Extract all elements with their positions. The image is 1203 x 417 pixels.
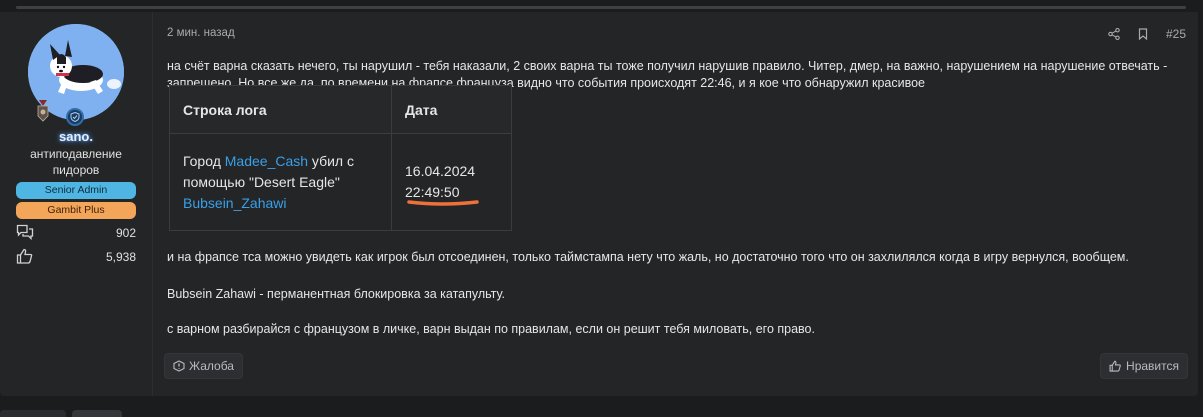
player-link-madee-cash[interactable]: Madee_Cash [225, 153, 308, 169]
medal-icon [37, 100, 49, 122]
post-content: 2 мин. назад #25 на счёт варна сказать н… [152, 12, 1198, 396]
like-button[interactable]: Нравится [1100, 353, 1188, 379]
bookmark-icon[interactable] [1138, 28, 1148, 40]
table-cell-log-line: Город Madee_Cash убил с помощью "Desert … [169, 133, 392, 231]
post-paragraph-2: и на фрапсе тса можно увидеть как игрок … [167, 250, 1129, 264]
log-text-start: Город [183, 152, 225, 169]
report-icon [173, 360, 185, 372]
likes-count: 5,938 [105, 250, 136, 264]
log-table: Строка лога Дата Город Madee_Cash убил с… [169, 85, 512, 231]
post-time[interactable]: 2 мин. назад [167, 27, 235, 39]
messages-icon [16, 224, 34, 240]
badge-gambit-plus: Gambit Plus [16, 202, 136, 219]
table-cell-date: 16.04.2024 22:49:50 [391, 133, 512, 231]
messages-count: 902 [115, 226, 136, 240]
share-icon[interactable] [1108, 28, 1120, 40]
post-actions: #25 [1108, 26, 1186, 42]
post-number[interactable]: #25 [1166, 27, 1186, 41]
post-paragraph-3: Bubsein Zahawi - перманентная блокировка… [167, 287, 506, 301]
post-author-sidebar: sano. антиподавление пидоров Senior Admi… [0, 12, 152, 396]
shield-check-icon [66, 108, 84, 126]
badge-senior-admin: Senior Admin [16, 182, 136, 199]
thumbs-up-icon [16, 248, 33, 264]
highlight-underline [407, 200, 479, 206]
like-label: Нравится [1126, 359, 1179, 373]
bottom-nav-tab-2[interactable] [72, 410, 122, 417]
user-title: антиподавление пидоров [30, 147, 122, 177]
report-button[interactable]: Жалоба [164, 353, 243, 379]
table-row: Город Madee_Cash убил с помощью "Desert … [169, 133, 512, 231]
top-separator [16, 6, 1186, 9]
report-label: Жалоба [189, 359, 234, 373]
post-paragraph-4: с варном разбирайся с французом в личке,… [167, 322, 815, 336]
stat-messages: 902 [16, 224, 136, 242]
table-header-row: Строка лога Дата [169, 85, 512, 134]
table-header-date: Дата [391, 85, 512, 134]
like-icon [1109, 360, 1121, 372]
table-header-log-line: Строка лога [169, 85, 392, 134]
player-link-bubsein-zahawi[interactable]: Bubsein_Zahawi [183, 195, 287, 211]
stat-likes: 5,938 [16, 248, 136, 266]
forum-post: sano. антиподавление пидоров Senior Admi… [0, 12, 1198, 396]
bottom-nav-tab-1[interactable] [0, 410, 66, 417]
log-date: 16.04.2024 [405, 163, 476, 179]
username[interactable]: sano. [0, 129, 152, 144]
